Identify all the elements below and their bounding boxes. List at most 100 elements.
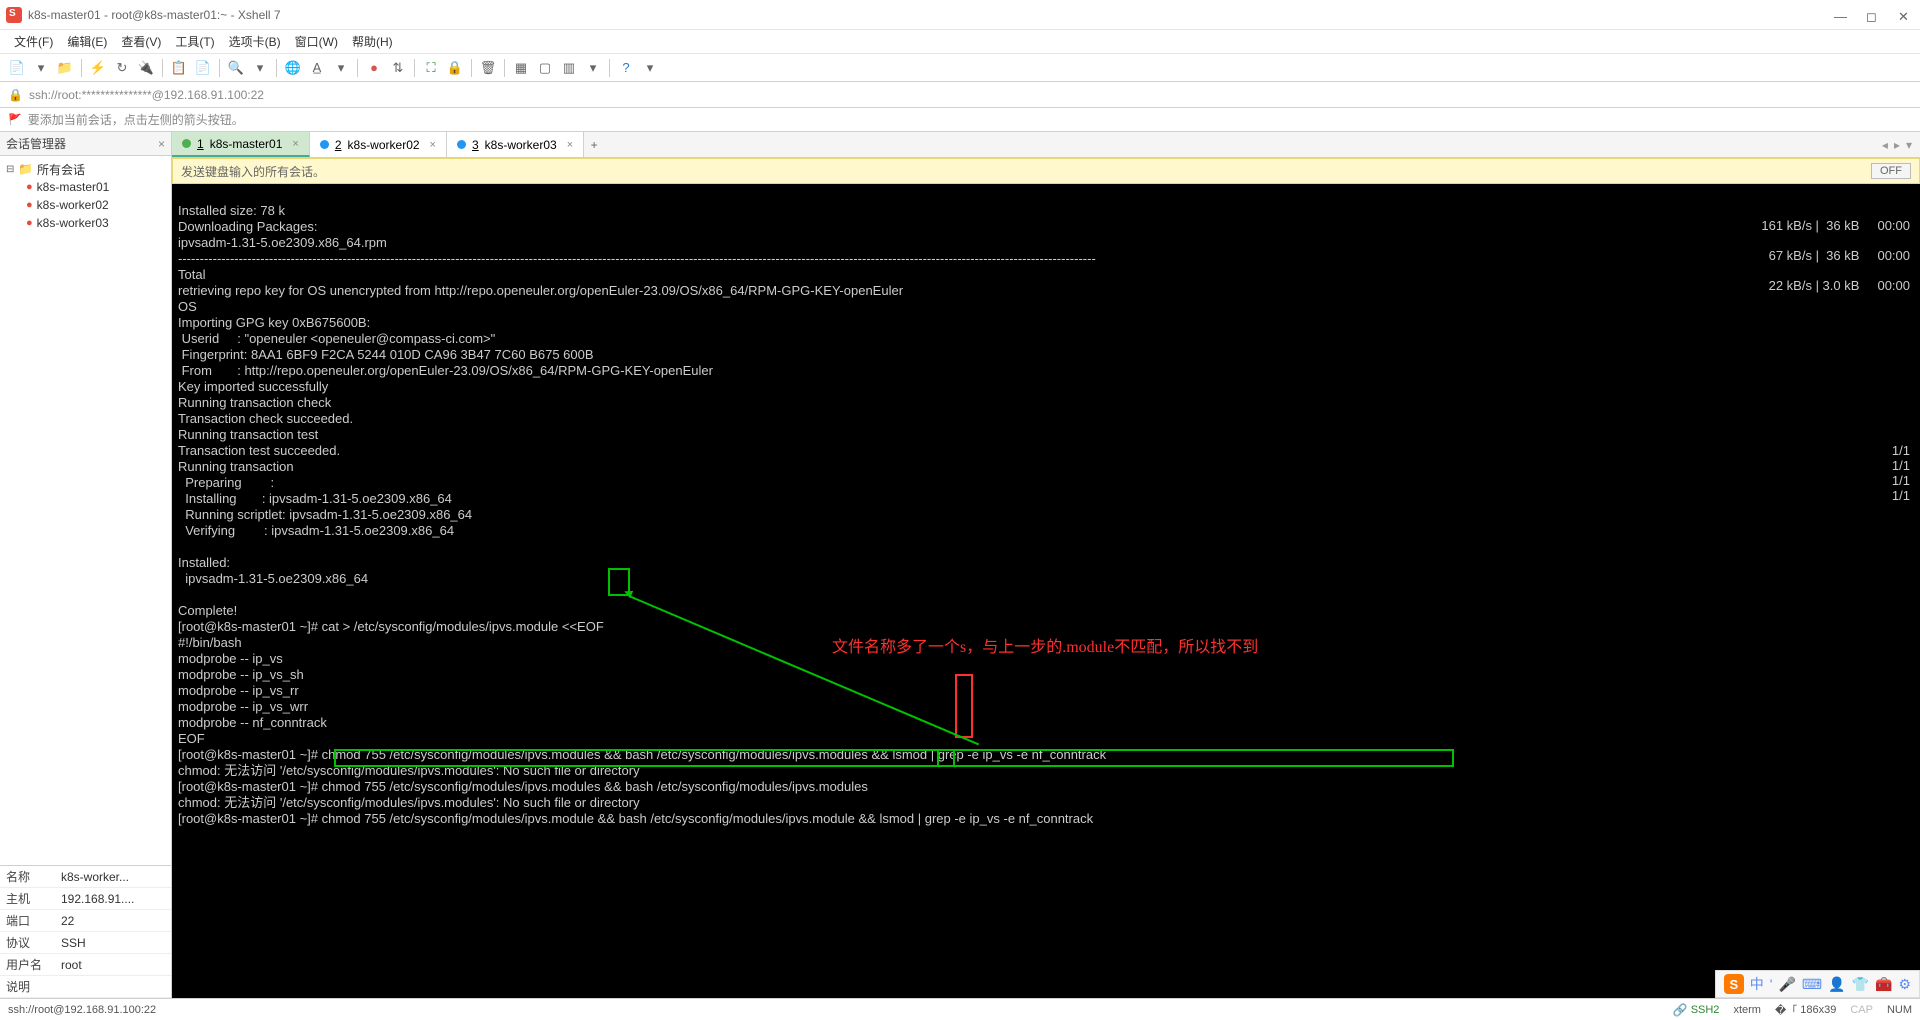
menu-edit[interactable]: 编辑(E) (61, 30, 113, 53)
separator (471, 59, 472, 77)
disconnect-icon[interactable]: 🔌 (135, 57, 157, 79)
sogou-logo-icon[interactable]: S (1724, 974, 1744, 994)
tree-session[interactable]: ● k8s-master01 (2, 178, 169, 196)
ime-toolbar[interactable]: S 中 ' 🎤 ⌨ 👤 👕 🧰 ⚙ (1715, 970, 1920, 998)
cascade-icon[interactable]: ▢ (534, 57, 556, 79)
collapse-icon[interactable]: ⊟ (6, 164, 18, 175)
tab-add-button[interactable]: + (584, 132, 604, 157)
prop-value: 22 (55, 910, 171, 932)
tab-close-icon[interactable]: × (292, 138, 298, 150)
session-label: k8s-worker02 (37, 198, 109, 212)
status-dot-icon (457, 140, 466, 149)
lock-icon[interactable]: 🔒 (444, 57, 466, 79)
terminal-right: 1/1 (1892, 473, 1910, 488)
prop-row: 名称k8s-worker... (0, 866, 171, 888)
layout-icon[interactable]: ▥ (558, 57, 580, 79)
terminal-right: 161 kB/s | 36 kB 00:00 (1761, 218, 1910, 233)
maximize-icon[interactable]: ◻ (1866, 9, 1878, 21)
toolbox-icon[interactable]: 🧰 (1875, 976, 1892, 993)
tab-label: k8s-worker03 (485, 138, 557, 152)
paste-icon[interactable]: 📄 (192, 57, 214, 79)
prop-key: 端口 (0, 910, 55, 932)
new-session-icon[interactable]: 📄 (6, 57, 28, 79)
menu-view[interactable]: 查看(V) (115, 30, 167, 53)
gear-icon[interactable]: ⚙ (1898, 976, 1911, 993)
tab-close-icon[interactable]: × (567, 139, 573, 151)
terminal[interactable]: Installed size: 78 k Downloading Package… (172, 184, 1920, 998)
separator (219, 59, 220, 77)
tab-close-icon[interactable]: × (430, 139, 436, 151)
transfer-icon[interactable]: ⇅ (387, 57, 409, 79)
dropdown-icon[interactable]: ▾ (582, 57, 604, 79)
tree-root[interactable]: ⊟ 📁 所有会话 (2, 160, 169, 178)
separator (357, 59, 358, 77)
app-logo-icon (6, 7, 22, 23)
minimize-icon[interactable]: — (1834, 9, 1846, 21)
record-icon[interactable]: ● (363, 57, 385, 79)
prop-row: 说明 (0, 976, 171, 998)
toolbar: 📄 ▾ 📁 ⚡ ↻ 🔌 📋 📄 🔍 ▾ 🌐 A̲ ▾ ● ⇅ ⛶ 🔒 🗑 ▦ ▢… (0, 54, 1920, 82)
menu-window[interactable]: 窗口(W) (289, 30, 344, 53)
copy-icon[interactable]: 📋 (168, 57, 190, 79)
open-icon[interactable]: ▾ (30, 57, 52, 79)
reconnect-icon[interactable]: ↻ (111, 57, 133, 79)
tab-worker03[interactable]: 3 k8s-worker03 × (447, 132, 584, 157)
send-keyboard-bar: 发送键盘输入的所有会话。 OFF (172, 158, 1920, 184)
dropdown-icon[interactable]: ▾ (639, 57, 661, 79)
terminal-right: 22 kB/s | 3.0 kB 00:00 (1765, 278, 1910, 293)
tab-prev-icon[interactable]: ◂ (1882, 138, 1888, 152)
ime-lang[interactable]: 中 (1750, 974, 1764, 994)
prop-key: 说明 (0, 976, 55, 998)
tab-number: 3 (472, 138, 479, 152)
prop-key: 用户名 (0, 954, 55, 976)
trash-icon[interactable]: 🗑 (477, 57, 499, 79)
terminal-right: 67 kB/s | 36 kB 00:00 (1765, 248, 1910, 263)
help-icon[interactable]: ? (615, 57, 637, 79)
menu-tabs[interactable]: 选项卡(B) (223, 30, 287, 53)
tab-label: k8s-master01 (210, 137, 283, 151)
separator (504, 59, 505, 77)
globe-icon[interactable]: 🌐 (282, 57, 304, 79)
tree-session[interactable]: ● k8s-worker02 (2, 196, 169, 214)
tile-icon[interactable]: ▦ (510, 57, 532, 79)
status-size: �「186x39 (1775, 1002, 1836, 1018)
fullscreen-icon[interactable]: ⛶ (420, 57, 442, 79)
separator (609, 59, 610, 77)
user-icon[interactable]: 👤 (1828, 976, 1845, 993)
session-icon: ● (26, 199, 33, 211)
dropdown-icon[interactable]: ▾ (330, 57, 352, 79)
session-label: k8s-worker03 (37, 216, 109, 230)
menu-tools[interactable]: 工具(T) (169, 30, 220, 53)
dropdown-icon[interactable]: 📁 (54, 57, 76, 79)
tab-list-icon[interactable]: ▾ (1906, 138, 1912, 152)
keyboard-icon[interactable]: ⌨ (1802, 976, 1822, 993)
menu-file[interactable]: 文件(F) (8, 30, 59, 53)
sidebar-close-icon[interactable]: × (158, 137, 165, 151)
prop-value: SSH (55, 932, 171, 954)
hintbar: 🚩 要添加当前会话，点击左侧的箭头按钮。 (0, 108, 1920, 132)
prop-row: 协议SSH (0, 932, 171, 954)
close-icon[interactable]: ✕ (1898, 9, 1910, 21)
mic-icon[interactable]: 🎤 (1778, 976, 1795, 993)
terminal-right: 1/1 (1892, 443, 1910, 458)
content-area: 1 k8s-master01 × 2 k8s-worker02 × 3 k8s-… (172, 132, 1920, 998)
search-icon[interactable]: 🔍 (225, 57, 247, 79)
lock-icon: 🔒 (8, 88, 23, 102)
sendbar-toggle-button[interactable]: OFF (1871, 163, 1911, 179)
tab-next-icon[interactable]: ▸ (1894, 138, 1900, 152)
tab-worker02[interactable]: 2 k8s-worker02 × (310, 132, 447, 157)
tab-master01[interactable]: 1 k8s-master01 × (172, 132, 310, 157)
menu-help[interactable]: 帮助(H) (346, 30, 399, 53)
tree-session[interactable]: ● k8s-worker03 (2, 214, 169, 232)
prop-value (55, 976, 171, 998)
dropdown-icon[interactable]: ▾ (249, 57, 271, 79)
address-text[interactable]: ssh://root:***************@192.168.91.10… (29, 88, 264, 102)
window-controls: — ◻ ✕ (1834, 9, 1910, 21)
connect-icon[interactable]: ⚡ (87, 57, 109, 79)
separator (276, 59, 277, 77)
skin-icon[interactable]: 👕 (1852, 976, 1869, 993)
tab-label: k8s-worker02 (348, 138, 420, 152)
ime-punct[interactable]: ' (1770, 976, 1773, 992)
status-term: xterm (1733, 1004, 1761, 1016)
font-icon[interactable]: A̲ (306, 57, 328, 79)
